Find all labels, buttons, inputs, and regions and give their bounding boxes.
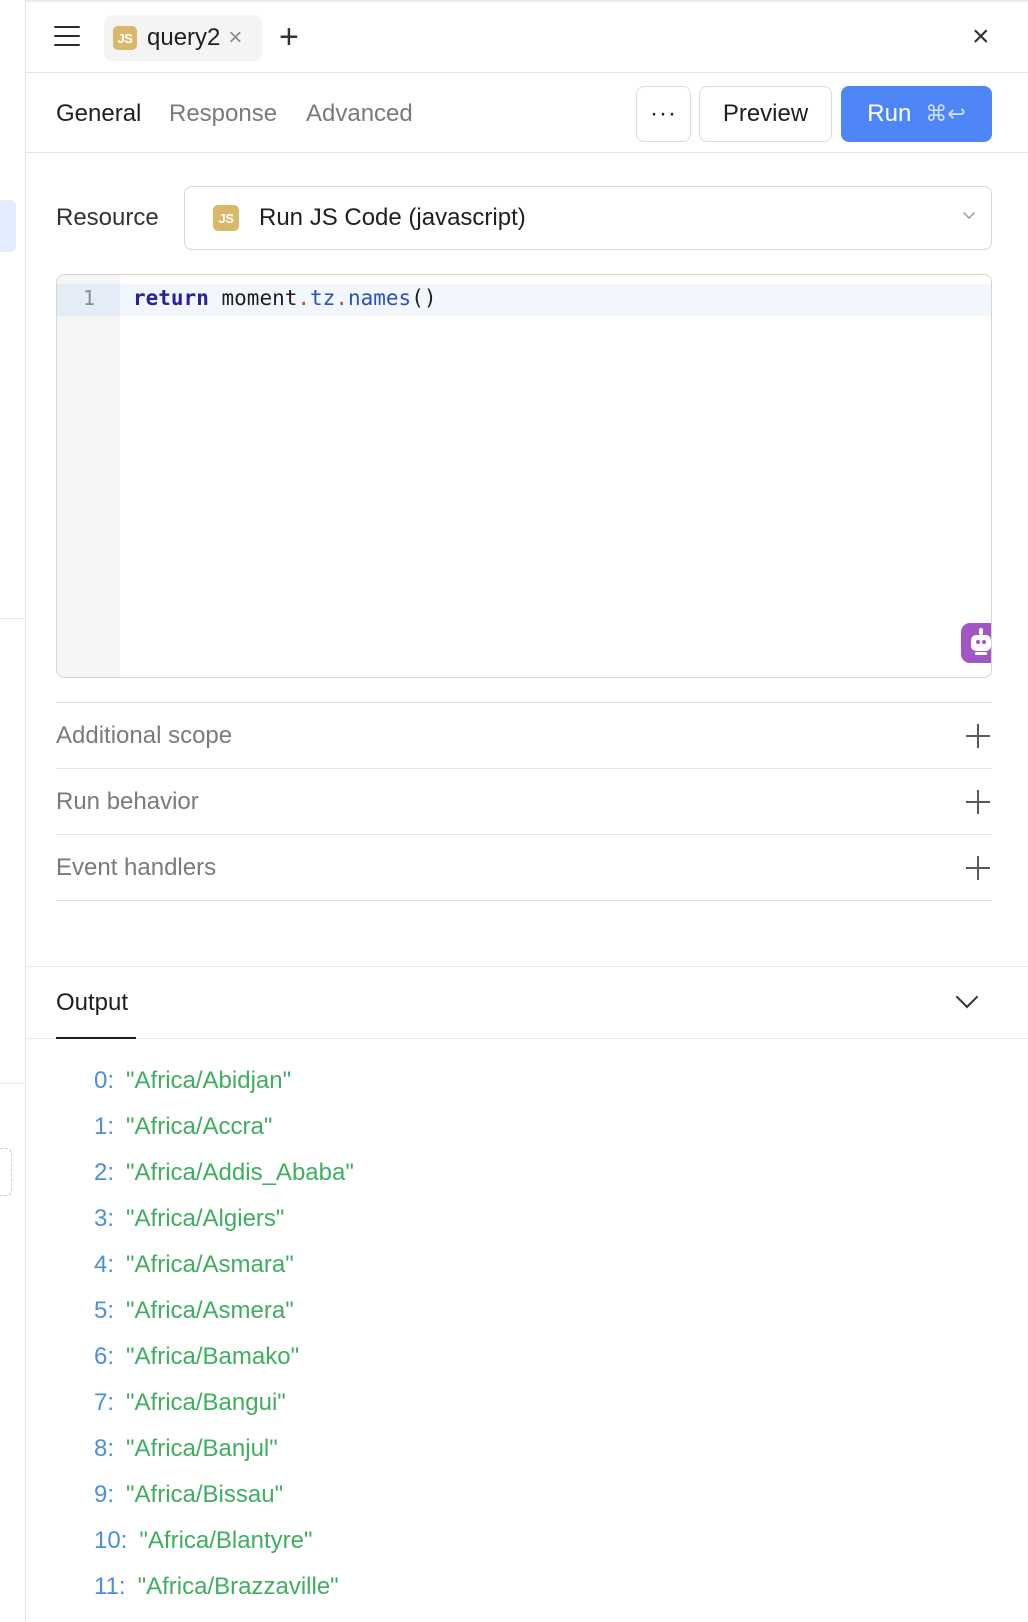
output-list-item: 11: "Africa/Brazzaville"	[94, 1564, 994, 1610]
output-list-item: 9: "Africa/Bissau"	[94, 1472, 994, 1518]
js-icon: JS	[113, 26, 137, 50]
collapse-chevron-down-icon[interactable]	[955, 985, 979, 1009]
code-keyword: return	[133, 286, 209, 310]
output-item-index: 8:	[94, 1435, 115, 1462]
more-options-button[interactable]: ···	[636, 86, 691, 142]
background-app-strip	[0, 0, 26, 1622]
ai-assistant-robot-icon[interactable]	[961, 623, 991, 663]
background-divider	[0, 618, 24, 619]
section-additional-scope[interactable]: Additional scope	[56, 702, 992, 768]
line-number: 1	[82, 286, 95, 310]
output-item-value: "Africa/Bangui"	[126, 1389, 286, 1416]
add-tab-plus-icon[interactable]: +	[279, 20, 299, 54]
resource-selected-value: Run JS Code (javascript)	[259, 204, 526, 231]
line-number-gutter	[57, 275, 120, 677]
tab-response[interactable]: Response	[169, 100, 277, 128]
output-item-value: "Africa/Addis_Ababa"	[126, 1159, 354, 1186]
resource-label: Resource	[56, 204, 159, 231]
run-button-label: Run	[867, 100, 912, 127]
section-run-behavior[interactable]: Run behavior	[56, 768, 992, 834]
output-item-index: 10:	[94, 1527, 128, 1554]
js-icon: JS	[213, 205, 239, 231]
output-item-index: 4:	[94, 1251, 115, 1278]
close-panel-icon[interactable]: ×	[972, 22, 990, 52]
query-editor-panel: JS query2 × + × General Response Advance…	[26, 0, 1028, 1622]
expand-plus-icon[interactable]	[966, 856, 990, 880]
code-punctuation: .	[335, 286, 348, 310]
output-list-item: 7: "Africa/Bangui"	[94, 1380, 994, 1426]
output-list-item: 1: "Africa/Accra"	[94, 1104, 994, 1150]
query-settings-nav: General Response Advanced ··· Preview Ru…	[26, 73, 1028, 153]
output-item-index: 5:	[94, 1297, 115, 1324]
output-item-index: 1:	[94, 1113, 115, 1140]
output-item-index: 2:	[94, 1159, 115, 1186]
output-item-index: 11:	[94, 1573, 126, 1600]
output-item-index: 7:	[94, 1389, 115, 1416]
tab-close-icon[interactable]: ×	[228, 26, 242, 50]
resource-select[interactable]: JS Run JS Code (javascript)	[184, 186, 992, 250]
code-identifier: moment	[221, 286, 298, 310]
section-divider	[56, 900, 992, 901]
output-item-value: "Africa/Abidjan"	[126, 1067, 292, 1094]
output-item-value: "Africa/Algiers"	[126, 1205, 285, 1232]
background-dropzone	[0, 1148, 12, 1196]
code-line[interactable]: return moment.tz.names()	[133, 286, 437, 310]
expand-plus-icon[interactable]	[966, 790, 990, 814]
output-list-item: 4: "Africa/Asmara"	[94, 1242, 994, 1288]
section-label: Additional scope	[56, 721, 233, 749]
preview-button[interactable]: Preview	[699, 86, 832, 142]
run-button[interactable]: Run ⌘↩	[841, 86, 992, 142]
output-list-item: 2: "Africa/Addis_Ababa"	[94, 1150, 994, 1196]
tab-query2[interactable]: JS query2 ×	[104, 15, 262, 61]
background-divider	[0, 1083, 24, 1084]
output-item-value: "Africa/Accra"	[126, 1113, 273, 1140]
run-shortcut-hint: ⌘↩	[925, 101, 966, 126]
output-item-index: 9:	[94, 1481, 115, 1508]
active-tab-underline	[56, 1037, 136, 1039]
output-item-index: 6:	[94, 1343, 115, 1370]
query-tab-bar: JS query2 × + ×	[26, 0, 1028, 73]
output-item-index: 0:	[94, 1067, 115, 1094]
output-item-value: "Africa/Asmera"	[126, 1297, 294, 1324]
hamburger-menu-icon[interactable]	[54, 26, 80, 48]
output-item-index: 3:	[94, 1205, 115, 1232]
section-label: Run behavior	[56, 787, 199, 815]
chevron-down-icon	[963, 207, 975, 219]
output-list-item: 3: "Africa/Algiers"	[94, 1196, 994, 1242]
section-label: Event handlers	[56, 853, 217, 881]
output-item-value: "Africa/Bissau"	[126, 1481, 284, 1508]
output-list-item: 10: "Africa/Blantyre"	[94, 1518, 994, 1564]
output-list-item: 0: "Africa/Abidjan"	[94, 1058, 994, 1104]
output-list-item: 5: "Africa/Asmera"	[94, 1288, 994, 1334]
code-property: tz	[310, 286, 336, 310]
output-item-value: "Africa/Brazzaville"	[137, 1573, 339, 1600]
output-item-value: "Africa/Bamako"	[126, 1343, 300, 1370]
tab-label: query2	[147, 24, 221, 51]
output-list-item: 8: "Africa/Banjul"	[94, 1426, 994, 1472]
output-item-value: "Africa/Asmara"	[126, 1251, 294, 1278]
code-parens: ()	[411, 286, 437, 310]
output-item-value: "Africa/Blantyre"	[139, 1527, 313, 1554]
code-editor[interactable]: 1 return moment.tz.names()	[56, 274, 992, 678]
code-method: names	[347, 286, 412, 310]
tab-general[interactable]: General	[56, 100, 141, 128]
code-punctuation: .	[297, 286, 311, 310]
background-selected-item	[0, 200, 16, 252]
tab-advanced[interactable]: Advanced	[306, 100, 413, 128]
output-header: Output	[26, 966, 1028, 1039]
output-item-value: "Africa/Banjul"	[126, 1435, 278, 1462]
expand-plus-icon[interactable]	[966, 724, 990, 748]
output-list-item: 6: "Africa/Bamako"	[94, 1334, 994, 1380]
section-event-handlers[interactable]: Event handlers	[56, 834, 992, 900]
tab-output[interactable]: Output	[56, 989, 128, 1017]
output-list: 0: "Africa/Abidjan" 1: "Africa/Accra" 2: "Afr…	[94, 1058, 994, 1610]
